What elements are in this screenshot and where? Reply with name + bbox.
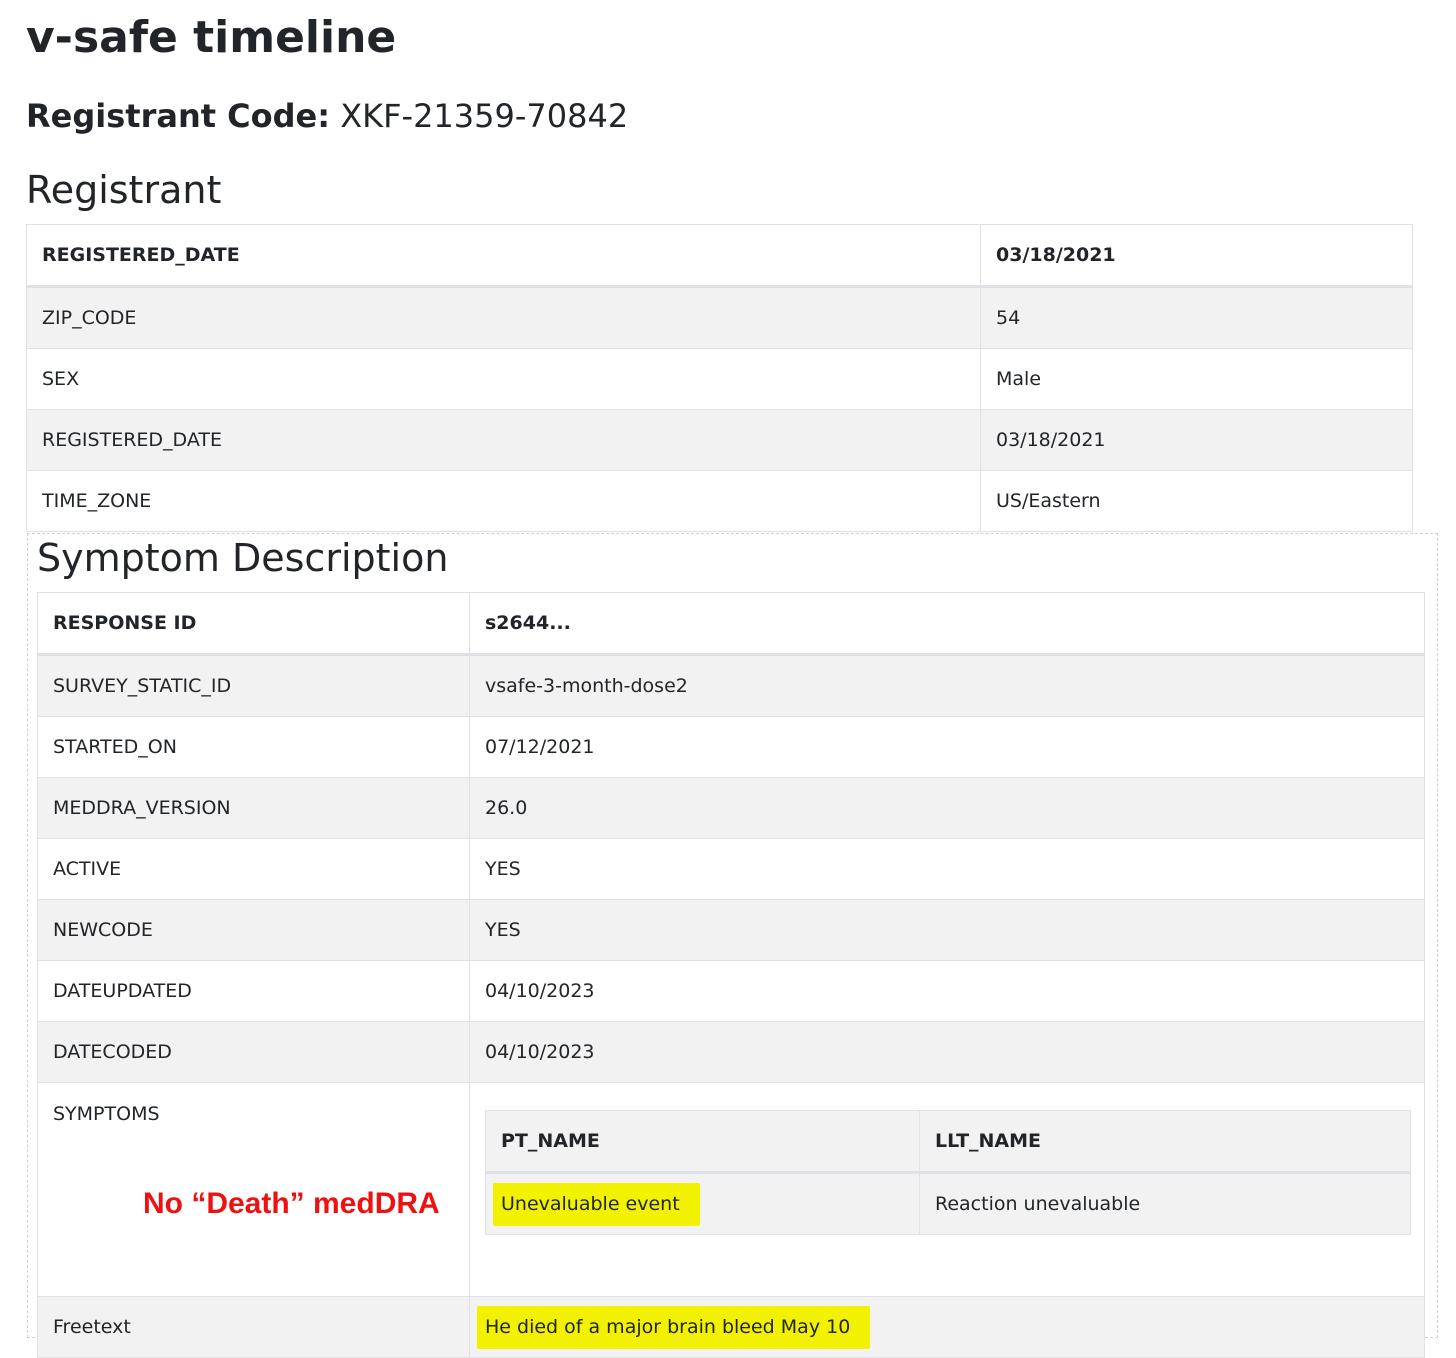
row-key: REGISTERED_DATE	[26, 409, 981, 471]
inner-table-row: Unevaluable event Reaction unevaluable	[485, 1172, 1411, 1235]
table-row: DATECODED 04/10/2023	[37, 1021, 1425, 1083]
table-header-value: s2644...	[469, 592, 1425, 656]
symptoms-inner-table: PT_NAME LLT_NAME Unevaluable event React…	[485, 1110, 1411, 1235]
row-value: YES	[469, 838, 1425, 900]
row-key: DATEUPDATED	[37, 960, 470, 1022]
table-row: NEWCODE YES	[37, 899, 1425, 961]
table-row: REGISTERED_DATE 03/18/2021	[26, 409, 1413, 471]
row-value: 54	[980, 286, 1413, 349]
row-value: YES	[469, 899, 1425, 961]
row-key: ACTIVE	[37, 838, 470, 900]
pt-name-cell: Unevaluable event	[485, 1172, 920, 1235]
freetext-key: Freetext	[37, 1296, 470, 1358]
registrant-code-label: Registrant Code:	[26, 97, 331, 135]
row-key: SURVEY_STATIC_ID	[37, 654, 470, 717]
freetext-value-cell: He died of a major brain bleed May 10	[469, 1296, 1425, 1358]
inner-header-llt-name: LLT_NAME	[919, 1110, 1411, 1174]
symptom-heading: Symptom Description	[37, 536, 449, 580]
row-key: SEX	[26, 348, 981, 410]
inner-header-pt-name: PT_NAME	[485, 1110, 920, 1174]
symptom-table: RESPONSE ID s2644... SURVEY_STATIC_ID vs…	[37, 592, 1425, 1358]
table-header-row: RESPONSE ID s2644...	[37, 592, 1425, 656]
row-value: 26.0	[469, 777, 1425, 839]
row-value: vsafe-3-month-dose2	[469, 654, 1425, 717]
row-value: 04/10/2023	[469, 1021, 1425, 1083]
row-value: 03/18/2021	[980, 409, 1413, 471]
highlighted-freetext: He died of a major brain bleed May 10	[477, 1305, 871, 1349]
row-key: ZIP_CODE	[26, 286, 981, 349]
annotation-no-death-meddra: No “Death” medDRA	[143, 1187, 440, 1220]
row-key: STARTED_ON	[37, 716, 470, 778]
symptoms-value: PT_NAME LLT_NAME Unevaluable event React…	[469, 1082, 1425, 1297]
freetext-row: Freetext He died of a major brain bleed …	[37, 1296, 1425, 1358]
row-value: 07/12/2021	[469, 716, 1425, 778]
table-header-row: REGISTERED_DATE 03/18/2021	[26, 224, 1413, 288]
table-row: DATEUPDATED 04/10/2023	[37, 960, 1425, 1022]
llt-name-cell: Reaction unevaluable	[919, 1172, 1411, 1235]
row-key: NEWCODE	[37, 899, 470, 961]
row-key: TIME_ZONE	[26, 470, 981, 532]
row-value: Male	[980, 348, 1413, 410]
table-row: MEDDRA_VERSION 26.0	[37, 777, 1425, 839]
table-header-key: REGISTERED_DATE	[26, 224, 981, 288]
table-row: ZIP_CODE 54	[26, 286, 1413, 349]
table-row: STARTED_ON 07/12/2021	[37, 716, 1425, 778]
registrant-heading: Registrant	[26, 168, 222, 212]
row-key: MEDDRA_VERSION	[37, 777, 470, 839]
registrant-table: REGISTERED_DATE 03/18/2021 ZIP_CODE 54 S…	[26, 224, 1413, 532]
row-value: 04/10/2023	[469, 960, 1425, 1022]
table-row: ACTIVE YES	[37, 838, 1425, 900]
page-title: v-safe timeline	[26, 12, 397, 63]
table-row: TIME_ZONE US/Eastern	[26, 470, 1413, 532]
registrant-code: Registrant Code: XKF-21359-70842	[26, 94, 628, 138]
row-value: US/Eastern	[980, 470, 1413, 532]
inner-table-header-row: PT_NAME LLT_NAME	[485, 1110, 1411, 1174]
table-header-value: 03/18/2021	[980, 224, 1413, 288]
row-key: DATECODED	[37, 1021, 470, 1083]
table-row: SURVEY_STATIC_ID vsafe-3-month-dose2	[37, 654, 1425, 717]
table-row: SEX Male	[26, 348, 1413, 410]
table-header-key: RESPONSE ID	[37, 592, 470, 656]
highlighted-pt-name: Unevaluable event	[493, 1182, 700, 1226]
registrant-code-value: XKF-21359-70842	[340, 97, 629, 135]
